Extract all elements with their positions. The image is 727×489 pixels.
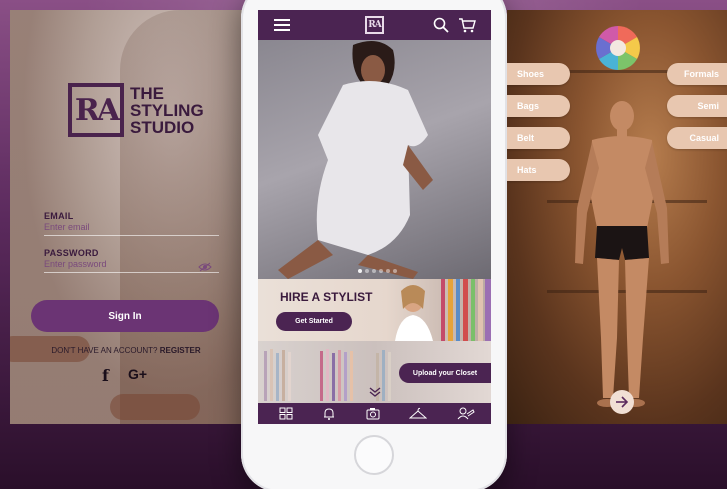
phone-screen: RA HIRE A STYLIST Get Started Upload you… xyxy=(258,10,491,424)
eye-icon[interactable] xyxy=(198,262,212,272)
facebook-icon[interactable]: f xyxy=(102,366,109,385)
hire-stylist-card: HIRE A STYLIST Get Started xyxy=(258,279,491,341)
category-label: Formals xyxy=(683,69,719,79)
shoe-decor xyxy=(110,394,200,420)
category-label: Shoes xyxy=(517,69,545,79)
category-belt[interactable]: Belt xyxy=(507,127,570,149)
category-formals[interactable]: Formals xyxy=(667,63,727,85)
login-screen: RA THE STYLING STUDIO EMAIL PASSWORD Sig… xyxy=(10,10,242,424)
hero-model-image xyxy=(278,41,433,279)
category-shoes[interactable]: Shoes xyxy=(507,63,570,85)
get-started-button[interactable]: Get Started xyxy=(276,312,352,331)
email-label: EMAIL xyxy=(44,211,74,221)
model-photo xyxy=(120,10,242,424)
google-plus-icon[interactable]: G+ xyxy=(128,366,147,382)
logo-mark: RA xyxy=(68,83,124,137)
category-bags[interactable]: Bags xyxy=(507,95,570,117)
email-field[interactable] xyxy=(44,222,219,236)
carousel-dot[interactable] xyxy=(393,269,397,273)
no-account-text: DON'T HAVE AN ACCOUNT? xyxy=(51,346,158,355)
hanger-icon[interactable] xyxy=(409,407,427,420)
carousel-dot[interactable] xyxy=(386,269,390,273)
top-bar: RA xyxy=(258,10,491,40)
mannequin-image xyxy=(575,101,669,407)
phone-device: RA HIRE A STYLIST Get Started Upload you… xyxy=(241,0,507,489)
register-prompt: DON'T HAVE AN ACCOUNT? REGISTER xyxy=(10,346,242,355)
upload-closet-card: Upload your Closet xyxy=(258,341,491,403)
stylist-icon[interactable] xyxy=(457,407,475,420)
logo: RA THE STYLING STUDIO xyxy=(68,83,204,137)
hero-banner[interactable] xyxy=(258,40,491,279)
carousel-dot[interactable] xyxy=(372,269,376,273)
category-label: Belt xyxy=(517,133,535,143)
category-label: Hats xyxy=(517,165,537,175)
hire-stylist-title: HIRE A STYLIST xyxy=(280,290,373,304)
grid-icon[interactable] xyxy=(279,407,293,420)
category-label: Casual xyxy=(689,133,719,143)
sign-in-button[interactable]: Sign In xyxy=(31,300,219,332)
next-button[interactable] xyxy=(610,390,634,414)
logo-line: STUDIO xyxy=(130,117,195,137)
cart-icon[interactable] xyxy=(458,17,476,33)
password-label: PASSWORD xyxy=(44,248,99,258)
category-hats[interactable]: Hats xyxy=(507,159,570,181)
arrow-right-icon xyxy=(616,396,629,408)
carousel-dot[interactable] xyxy=(358,269,362,273)
upload-closet-button[interactable]: Upload your Closet xyxy=(399,363,491,383)
register-link[interactable]: REGISTER xyxy=(160,346,201,355)
brand-logo: RA xyxy=(365,16,384,34)
bottom-nav xyxy=(258,403,491,424)
logo-text: THE STYLING STUDIO xyxy=(130,85,204,136)
search-icon[interactable] xyxy=(433,17,449,33)
carousel-dot[interactable] xyxy=(379,269,383,273)
carousel-dot[interactable] xyxy=(365,269,369,273)
bell-icon[interactable] xyxy=(322,407,336,420)
logo-line: STYLING xyxy=(130,100,204,120)
password-field[interactable] xyxy=(44,259,219,273)
color-wheel-icon[interactable] xyxy=(595,25,641,71)
menu-icon[interactable] xyxy=(274,17,290,33)
chevron-down-icon[interactable] xyxy=(369,387,381,397)
category-label: Bags xyxy=(517,101,540,111)
home-button[interactable] xyxy=(354,435,394,475)
category-label: Semi xyxy=(697,101,719,111)
logo-line: THE xyxy=(130,83,164,103)
wardrobe-screen: Shoes Bags Belt Hats Formals Semi Casual xyxy=(507,10,727,424)
stylist-photo xyxy=(395,279,491,341)
carousel-dots xyxy=(358,269,397,273)
camera-icon[interactable] xyxy=(366,407,380,420)
